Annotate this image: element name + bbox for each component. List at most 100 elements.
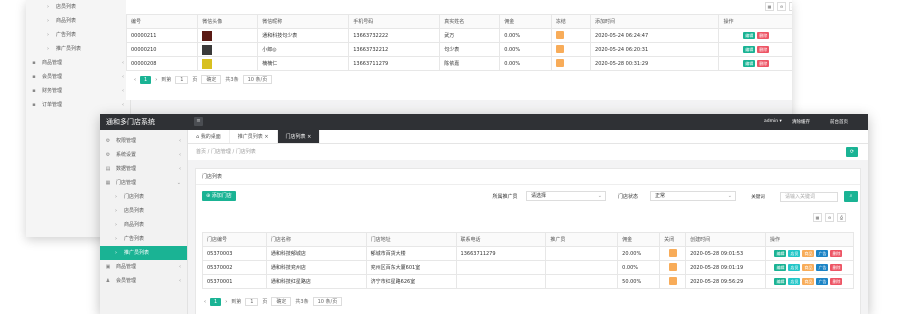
search-button[interactable]: ⌕ bbox=[844, 191, 858, 202]
grid-icon[interactable]: ▦ bbox=[765, 2, 774, 11]
delete-button[interactable]: 删除 bbox=[830, 278, 843, 285]
edit-button[interactable]: 编辑 bbox=[743, 46, 756, 53]
close-toggle[interactable] bbox=[668, 262, 677, 271]
delete-button[interactable]: 删除 bbox=[757, 46, 770, 53]
goods-button[interactable]: 商品 bbox=[802, 264, 815, 271]
sidebar: ⚙ 权限管理 ‹ ⚙ 系统设置 ‹ ▤ 数据管理 ‹ ▦ 门店管理 ⌄ › 门店列表 › 店员列表 › 商品列表 ›… bbox=[100, 130, 188, 314]
delete-button[interactable]: 删除 bbox=[757, 60, 770, 67]
tab[interactable]: 推广员列表 × bbox=[230, 130, 278, 143]
back-sidebar-item[interactable]: ▪ 财务管理 ‹ bbox=[26, 84, 130, 98]
delete-button[interactable]: 删除 bbox=[830, 250, 843, 257]
chevron-left-icon: ‹ bbox=[179, 152, 181, 158]
refresh-icon[interactable]: ⟳ bbox=[846, 147, 858, 157]
pager-page-input[interactable]: 1 bbox=[175, 75, 189, 84]
sidebar-item[interactable]: › 门店列表 bbox=[100, 190, 187, 204]
print-icon[interactable]: ⎙ bbox=[789, 2, 792, 11]
edit-button[interactable]: 编辑 bbox=[774, 278, 787, 285]
edit-button[interactable]: 编辑 bbox=[774, 250, 787, 257]
sidebar-item[interactable]: ▤ 数据管理 ‹ bbox=[100, 162, 187, 176]
pager-confirm-button[interactable]: 确定 bbox=[271, 297, 292, 306]
back-sidebar-item[interactable]: ▪ 会员管理 ‹ bbox=[26, 70, 130, 84]
column-header: 微信头像 bbox=[197, 14, 259, 29]
back-sidebar-item-label: 店员列表 bbox=[56, 4, 77, 10]
goods-button[interactable]: 商品 bbox=[802, 250, 815, 257]
sidebar-item[interactable]: › 广告列表 bbox=[100, 232, 187, 246]
table-row: 00000211 通和科技句少表 13663732222 武万 0.00% 2020-05… bbox=[125, 28, 792, 43]
chevron-right-icon: › bbox=[115, 222, 117, 228]
sidebar-item[interactable]: ▦ 门店管理 ⌄ bbox=[100, 176, 187, 190]
promoter-select[interactable]: 请选择 ⌄ bbox=[526, 191, 606, 201]
goods-button[interactable]: 商品 bbox=[802, 278, 815, 285]
tab[interactable]: ⌂ 我的桌面 bbox=[188, 130, 230, 143]
row-time: 2020-05-24 06:20:31 bbox=[590, 42, 720, 57]
chevron-left-icon: ‹ bbox=[179, 278, 181, 284]
staff-button[interactable]: 店员 bbox=[788, 250, 801, 257]
pager-page-input[interactable]: 1 bbox=[245, 297, 259, 306]
back-sidebar-item[interactable]: ▪ 订单管理 ‹ bbox=[26, 98, 130, 112]
keyword-input[interactable]: 请输入关键词 bbox=[780, 191, 838, 202]
ad-button[interactable]: 广告 bbox=[816, 278, 829, 285]
close-toggle[interactable] bbox=[668, 276, 677, 285]
close-toggle[interactable] bbox=[668, 248, 677, 257]
freeze-cell bbox=[550, 42, 592, 57]
staff-button[interactable]: 店员 bbox=[788, 264, 801, 271]
edit-button[interactable]: 编辑 bbox=[774, 264, 787, 271]
freeze-toggle[interactable] bbox=[555, 30, 564, 39]
row-id: 05370002 bbox=[202, 260, 267, 275]
tab[interactable]: 门店列表 × bbox=[277, 130, 321, 143]
row-nickname: 通和科技句少表 bbox=[257, 28, 350, 43]
delete-button[interactable]: 删除 bbox=[757, 32, 770, 39]
sidebar-item[interactable]: ♟ 会员管理 ‹ bbox=[100, 274, 187, 288]
status-select[interactable]: 正常 ⌄ bbox=[650, 191, 736, 201]
pager-confirm-button[interactable]: 确定 bbox=[201, 75, 222, 84]
menu-toggle-icon[interactable]: ≡ bbox=[194, 117, 203, 126]
ad-button[interactable]: 广告 bbox=[816, 264, 829, 271]
menu-icon: ▣ bbox=[105, 264, 111, 270]
bullet-icon: › bbox=[47, 46, 49, 52]
sidebar-item[interactable]: › 商品列表 bbox=[100, 218, 187, 232]
edit-button[interactable]: 编辑 bbox=[743, 32, 756, 39]
chevron-right-icon: › bbox=[115, 194, 117, 200]
row-phone: 13663732222 bbox=[348, 28, 441, 43]
pager-size-select[interactable]: 10 条/页 bbox=[312, 297, 343, 306]
edit-button[interactable]: 编辑 bbox=[743, 60, 756, 67]
back-sidebar-item-label: 财务管理 bbox=[42, 88, 63, 94]
grid-icon[interactable]: ▦ bbox=[813, 213, 822, 222]
bullet-icon: › bbox=[47, 4, 49, 10]
staff-button[interactable]: 店员 bbox=[788, 278, 801, 285]
sidebar-item[interactable]: › 推广员列表 bbox=[100, 246, 187, 260]
ad-button[interactable]: 广告 bbox=[816, 250, 829, 257]
freeze-toggle[interactable] bbox=[555, 44, 564, 53]
sidebar-item[interactable]: › 店员列表 bbox=[100, 204, 187, 218]
sidebar-item[interactable]: ⚙ 权限管理 ‹ bbox=[100, 134, 187, 148]
delete-button[interactable]: 删除 bbox=[830, 264, 843, 271]
row-promoter bbox=[545, 274, 619, 289]
back-sidebar-item[interactable]: › 广告列表 bbox=[26, 28, 130, 42]
back-sidebar-item[interactable]: › 店员列表 bbox=[26, 0, 130, 14]
chevron-left-icon: ‹ bbox=[122, 88, 124, 94]
pager-size-select[interactable]: 10 条/页 bbox=[242, 75, 273, 84]
chevron-down-icon: ⌄ bbox=[176, 180, 181, 186]
sidebar-item-label: 门店列表 bbox=[124, 194, 145, 200]
pager-current[interactable]: 1 bbox=[210, 297, 222, 306]
back-sidebar-item[interactable]: › 商品列表 bbox=[26, 14, 130, 28]
print-icon[interactable]: ⎙ bbox=[837, 213, 846, 222]
clear-cache-link[interactable]: 清除缓存 bbox=[792, 119, 810, 125]
prev-icon[interactable]: ‹ bbox=[134, 77, 136, 83]
pager-next-icon[interactable]: › bbox=[155, 77, 157, 83]
sidebar-item[interactable]: ▣ 商品管理 ‹ bbox=[100, 260, 187, 274]
column-header: 推广员 bbox=[545, 232, 619, 247]
back-sidebar-item[interactable]: › 推广员列表 bbox=[26, 42, 130, 56]
freeze-toggle[interactable] bbox=[555, 58, 564, 67]
export-icon[interactable]: ⊖ bbox=[825, 213, 834, 222]
chevron-right-icon: › bbox=[115, 208, 117, 214]
sidebar-item[interactable]: ⚙ 系统设置 ‹ bbox=[100, 148, 187, 162]
row-name: 句少表 bbox=[439, 42, 501, 57]
back-sidebar-item[interactable]: ▪ 商品管理 ‹ bbox=[26, 56, 130, 70]
row-promoter bbox=[545, 246, 619, 261]
home-link[interactable]: 前台首页 bbox=[830, 119, 848, 125]
admin-menu[interactable]: admin ▾ bbox=[764, 119, 782, 124]
export-icon[interactable]: ⊖ bbox=[777, 2, 786, 11]
pager-current[interactable]: 1 bbox=[140, 75, 152, 84]
add-store-button[interactable]: ⊕ 添加门店 bbox=[202, 191, 236, 201]
